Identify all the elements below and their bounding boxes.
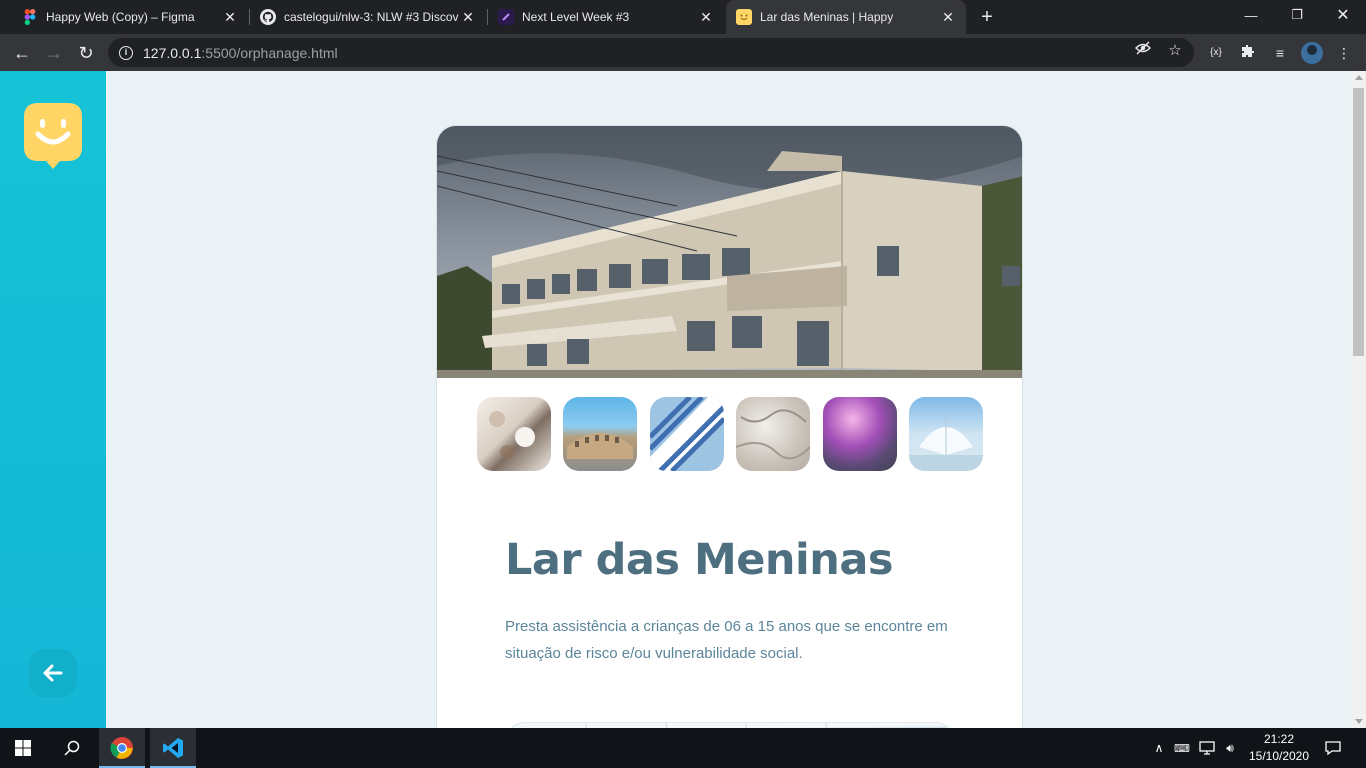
orphanage-main-image (437, 126, 1022, 378)
extension-code-icon[interactable]: {x} (1206, 43, 1226, 63)
tab-title: Next Level Week #3 (522, 10, 630, 24)
volume-icon[interactable]: 🔊︎ (1220, 728, 1240, 768)
back-icon[interactable]: ← (9, 40, 35, 66)
gallery-thumb[interactable] (563, 397, 637, 471)
keyboard-language-icon[interactable]: ⌨ (1172, 728, 1192, 768)
scroll-up-icon[interactable] (1355, 75, 1363, 80)
gallery-thumb[interactable] (909, 397, 983, 471)
forward-icon[interactable]: → (41, 40, 67, 66)
tab-close-icon[interactable]: ✕ (698, 9, 714, 25)
puzzle-icon[interactable] (1238, 43, 1258, 63)
clock-time: 21:22 (1263, 732, 1295, 746)
url-host: 127.0.0.1 (143, 44, 202, 61)
tab-title: castelogui/nlw-3: NLW #3 Discov (284, 10, 459, 24)
tab-strip: Happy Web (Copy) – Figma ✕ castelogui/nl… (0, 0, 1366, 34)
tab-close-icon[interactable]: ✕ (940, 9, 956, 25)
chevron-up-icon[interactable]: ∧ (1150, 728, 1168, 768)
github-icon (260, 9, 276, 25)
windows-start-icon[interactable] (0, 728, 46, 768)
happy-icon (736, 9, 752, 25)
address-bar[interactable]: i 127.0.0.1:5500/orphanage.html (108, 38, 1194, 67)
tab-nlw[interactable]: Next Level Week #3 ✕ (488, 0, 724, 34)
figma-icon (22, 9, 38, 25)
gallery-thumb[interactable] (823, 397, 897, 471)
media-queue-icon[interactable]: ≡ (1270, 43, 1290, 63)
notification-icon[interactable] (1318, 728, 1348, 768)
tab-close-icon[interactable]: ✕ (460, 9, 476, 25)
orphanage-description: Presta assistência a crianças de 06 a 15… (505, 618, 948, 662)
windows-taskbar: ∧ ⌨ 🔊︎ 21:22 15/10/2020 (0, 728, 1366, 768)
star-icon[interactable]: ☆ (1166, 41, 1184, 59)
minimize-button[interactable]: — (1228, 0, 1274, 30)
reload-icon[interactable]: ↻ (73, 40, 99, 66)
gallery-thumb[interactable] (650, 397, 724, 471)
sidebar (0, 71, 106, 728)
page-viewport: Lar das Meninas Presta assistência a cri… (0, 71, 1366, 728)
url-text[interactable]: 127.0.0.1:5500/orphanage.html (143, 45, 338, 61)
profile-avatar[interactable] (1301, 42, 1323, 64)
tab-title: Lar das Meninas | Happy (760, 10, 894, 24)
tab-close-icon[interactable]: ✕ (222, 9, 238, 25)
tab-happy-active[interactable]: Lar das Meninas | Happy ✕ (726, 0, 966, 34)
search-icon[interactable] (49, 728, 95, 768)
url-path: :5500/orphanage.html (201, 44, 338, 61)
clock-date: 15/10/2020 (1248, 749, 1310, 763)
page-scrollbar[interactable] (1351, 71, 1366, 728)
scrollbar-thumb[interactable] (1353, 88, 1364, 356)
gallery-thumb[interactable] (477, 397, 551, 471)
tab-figma[interactable]: Happy Web (Copy) – Figma ✕ (12, 0, 248, 34)
scroll-down-icon[interactable] (1355, 719, 1363, 724)
orphanage-details-card: Lar das Meninas Presta assistência a cri… (436, 125, 1023, 728)
system-clock[interactable]: 21:22 15/10/2020 (1244, 731, 1314, 765)
network-icon[interactable] (1196, 728, 1218, 768)
eye-off-icon[interactable] (1134, 41, 1152, 59)
close-window-button[interactable]: ✕ (1320, 0, 1366, 30)
image-gallery (477, 397, 983, 471)
restore-button[interactable]: ❐ (1274, 0, 1320, 30)
tab-title: Happy Web (Copy) – Figma (46, 10, 195, 24)
info-icon[interactable]: i (119, 45, 133, 60)
happy-logo-icon[interactable] (24, 103, 82, 171)
vscode-icon[interactable] (150, 728, 196, 768)
back-button[interactable] (29, 649, 77, 697)
gallery-thumb[interactable] (736, 397, 810, 471)
chrome-icon[interactable] (99, 728, 145, 768)
tab-github[interactable]: castelogui/nlw-3: NLW #3 Discov ✕ (250, 0, 486, 34)
rocketseat-icon (498, 9, 514, 25)
arrow-left-icon (43, 664, 63, 682)
new-tab-button[interactable]: + (976, 6, 998, 28)
browser-toolbar: ← → ↻ i 127.0.0.1:5500/orphanage.html ☆ … (0, 34, 1366, 71)
orphanage-details: Lar das Meninas Presta assistência a cri… (505, 534, 965, 667)
orphanage-title: Lar das Meninas (505, 535, 893, 585)
menu-kebab-icon[interactable]: ⋮ (1334, 43, 1354, 63)
